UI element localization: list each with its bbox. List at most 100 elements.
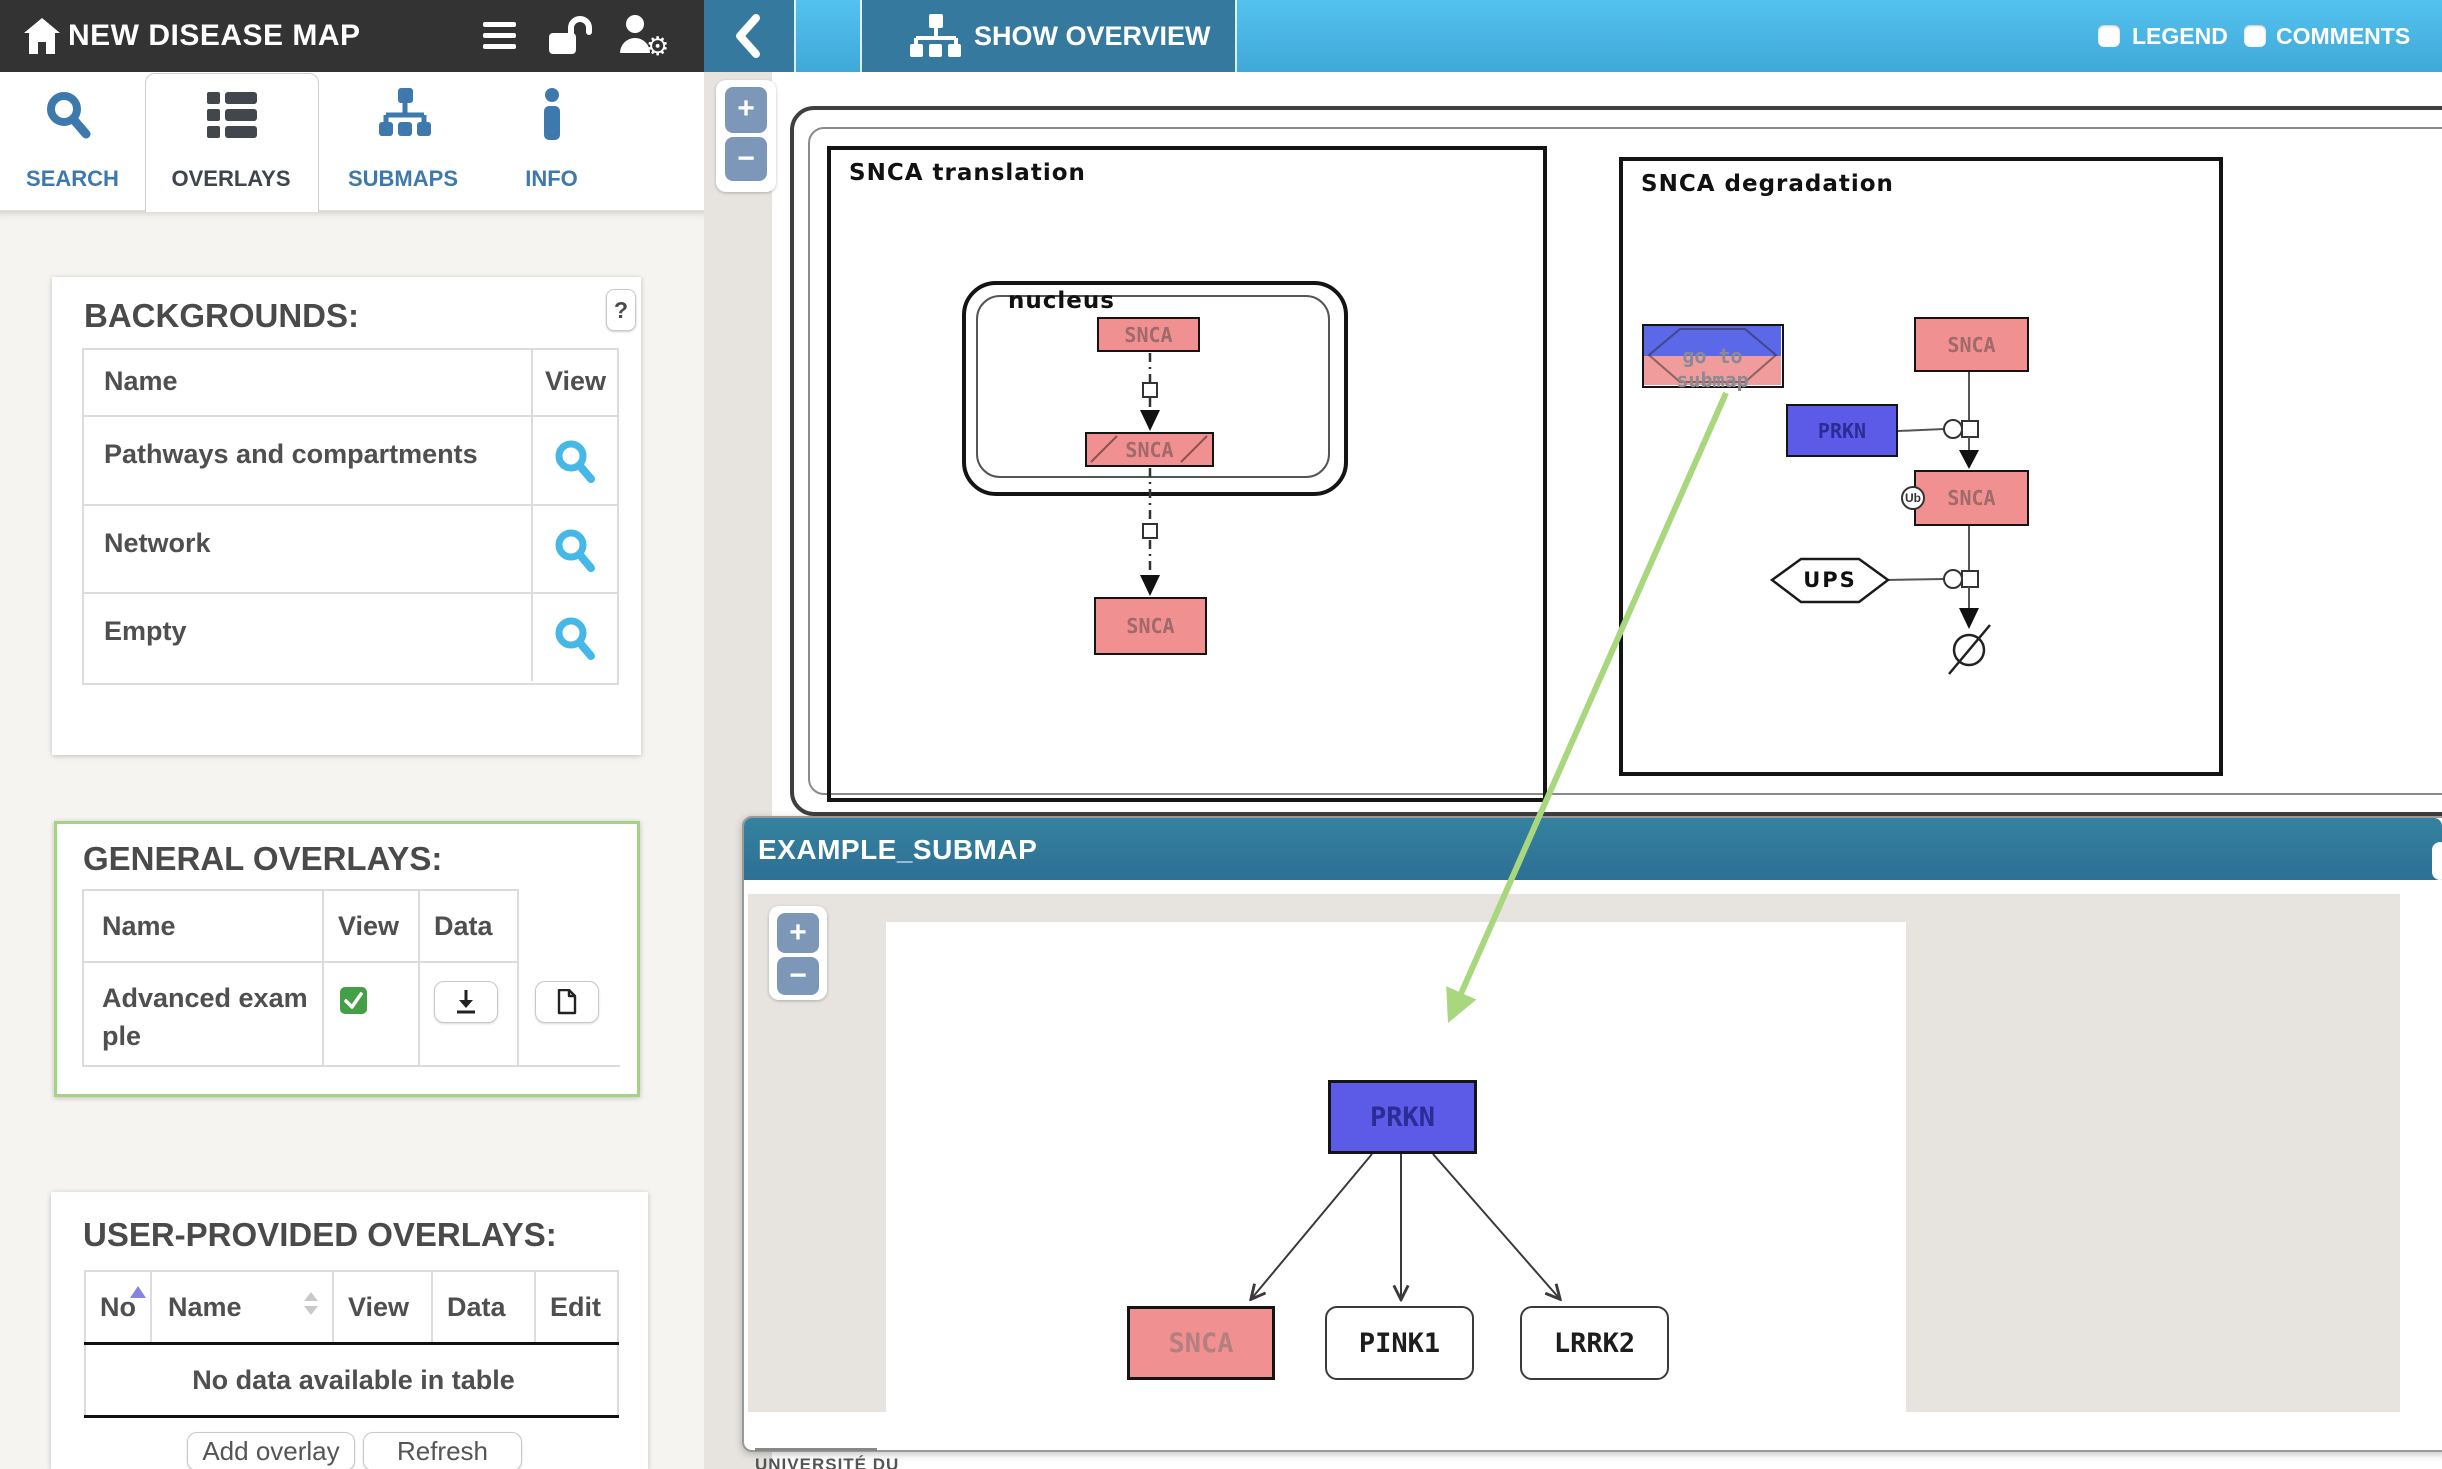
tab-label: OVERLAYS	[145, 166, 317, 192]
magnifier-icon	[553, 616, 597, 662]
view-background-button[interactable]	[533, 417, 617, 506]
header-label: Name	[104, 366, 178, 397]
home-icon[interactable]	[22, 16, 62, 56]
legend-label: LEGEND	[2132, 0, 2228, 72]
button-label: Refresh	[397, 1436, 488, 1466]
toolbar-separator	[1235, 0, 1237, 72]
help-button[interactable]: ?	[606, 289, 636, 331]
svg-text:⚙: ⚙	[646, 32, 669, 59]
show-overview-label: SHOW OVERVIEW	[974, 0, 1211, 72]
column-header-edit[interactable]: Edit	[536, 1270, 619, 1342]
overlay-source-cell	[519, 963, 620, 1067]
view-background-button[interactable]	[533, 506, 617, 594]
header-label: Name	[168, 1292, 242, 1323]
submap-interaction-edges	[704, 72, 2442, 1469]
general-overlays-title: GENERAL OVERLAYS:	[83, 840, 442, 878]
tab-label: SEARCH	[0, 166, 145, 192]
header-label: Name	[102, 911, 176, 942]
column-header-view[interactable]: View	[334, 1270, 433, 1342]
column-header-data[interactable]: Data	[433, 1270, 536, 1342]
tab-overlays[interactable]: OVERLAYS	[145, 72, 317, 210]
general-overlays-panel: GENERAL OVERLAYS: Name View Data Advance…	[54, 821, 640, 1097]
magnifier-icon	[553, 528, 597, 574]
column-header-view[interactable]: View	[533, 350, 617, 417]
tab-submaps[interactable]: SUBMAPS	[317, 72, 489, 210]
tab-label: SUBMAPS	[317, 166, 489, 192]
menu-icon[interactable]	[483, 22, 516, 49]
node-snca-submap[interactable]: SNCA	[1127, 1306, 1275, 1380]
user-overlays-title: USER-PROVIDED OVERLAYS:	[83, 1216, 557, 1254]
download-icon	[454, 989, 478, 1015]
header-label: View	[338, 911, 399, 942]
comments-label: COMMENTS	[2276, 0, 2410, 72]
toolbar-separator	[794, 0, 796, 72]
table-bottom-divider	[84, 1415, 619, 1418]
sort-up-icon	[304, 1292, 318, 1301]
column-header-name[interactable]: Name	[84, 350, 533, 417]
list-icon	[207, 92, 257, 140]
info-icon	[541, 88, 563, 140]
legend-checkbox[interactable]	[2098, 25, 2120, 47]
row-label: Empty	[104, 616, 187, 647]
column-header-view[interactable]: View	[324, 889, 420, 963]
background-row-name: Network	[84, 506, 533, 594]
download-overlay-button[interactable]	[434, 981, 498, 1023]
node-lrrk2-submap[interactable]: LRRK2	[1520, 1306, 1669, 1380]
overlay-row-name: Advanced example	[82, 963, 324, 1067]
user-settings-icon[interactable]: ⚙	[618, 13, 674, 59]
menu-bar	[483, 22, 516, 27]
comments-checkbox[interactable]	[2244, 25, 2266, 47]
check-icon	[340, 987, 367, 1014]
refresh-button[interactable]: Refresh	[363, 1432, 522, 1469]
overlay-source-button[interactable]	[535, 981, 599, 1023]
button-label: Add overlay	[202, 1436, 339, 1466]
hierarchy-icon	[910, 14, 962, 58]
header-label: Data	[447, 1292, 506, 1323]
row-label: Pathways and compartments	[104, 439, 478, 470]
sidebar-content: BACKGROUNDS: ? Name View Pathways and co…	[0, 210, 704, 1469]
sidebar-tab-bar: SEARCH OVERLAYS	[0, 72, 704, 211]
sidebar-header: NEW DISEASE MAP ⚙	[0, 0, 704, 72]
map-toolbar: SHOW OVERVIEW LEGEND COMMENTS	[704, 0, 2442, 72]
user-overlays-panel: USER-PROVIDED OVERLAYS: No Name View Dat…	[51, 1192, 648, 1469]
university-logo-rule	[755, 1448, 877, 1451]
row-label: Network	[104, 528, 211, 559]
magnifier-icon	[553, 439, 597, 485]
backgrounds-panel: BACKGROUNDS: ? Name View Pathways and co…	[52, 277, 641, 755]
column-header-no[interactable]: No	[84, 1270, 152, 1342]
university-logo-text: UNIVERSITÉ DU	[755, 1455, 899, 1469]
background-row-name: Pathways and compartments	[84, 417, 533, 506]
overlay-visible-checkbox[interactable]	[340, 987, 367, 1014]
overlay-data-cell	[420, 963, 519, 1067]
user-overlays-table: No Name View Data Edit	[84, 1270, 619, 1418]
tab-info[interactable]: INFO	[489, 72, 614, 210]
background-row-name: Empty	[84, 594, 533, 681]
header-label: View	[348, 1292, 409, 1323]
app-title: NEW DISEASE MAP	[68, 0, 361, 72]
show-overview-button[interactable]: SHOW OVERVIEW	[862, 0, 1235, 72]
sort-down-icon	[304, 1306, 318, 1315]
menu-bar	[483, 33, 516, 38]
header-label: Data	[434, 911, 493, 942]
empty-table-row: No data available in table	[84, 1345, 619, 1415]
node-prkn-submap[interactable]: PRKN	[1328, 1080, 1477, 1154]
disease-map-app: + − SNCA translation nucleus SNCA SNCA S…	[0, 0, 2442, 1469]
back-button[interactable]	[704, 0, 794, 72]
add-overlay-button[interactable]: Add overlay	[187, 1432, 355, 1469]
backgrounds-title: BACKGROUNDS:	[84, 297, 359, 335]
node-pink1-submap[interactable]: PINK1	[1325, 1306, 1474, 1380]
document-icon	[556, 989, 578, 1015]
tab-label: INFO	[489, 166, 614, 192]
column-header-data[interactable]: Data	[420, 889, 519, 963]
menu-bar	[483, 44, 516, 49]
column-header-name[interactable]: Name	[152, 1270, 334, 1342]
view-background-button[interactable]	[533, 594, 617, 681]
header-label: View	[545, 366, 606, 397]
hierarchy-icon	[379, 88, 431, 140]
row-label: Advanced example	[102, 979, 308, 1055]
empty-message: No data available in table	[86, 1365, 621, 1396]
unlock-icon[interactable]	[547, 14, 595, 58]
backgrounds-table: Name View Pathways and compartments Netw…	[82, 348, 619, 685]
tab-search[interactable]: SEARCH	[0, 72, 145, 210]
column-header-name[interactable]: Name	[82, 889, 324, 963]
